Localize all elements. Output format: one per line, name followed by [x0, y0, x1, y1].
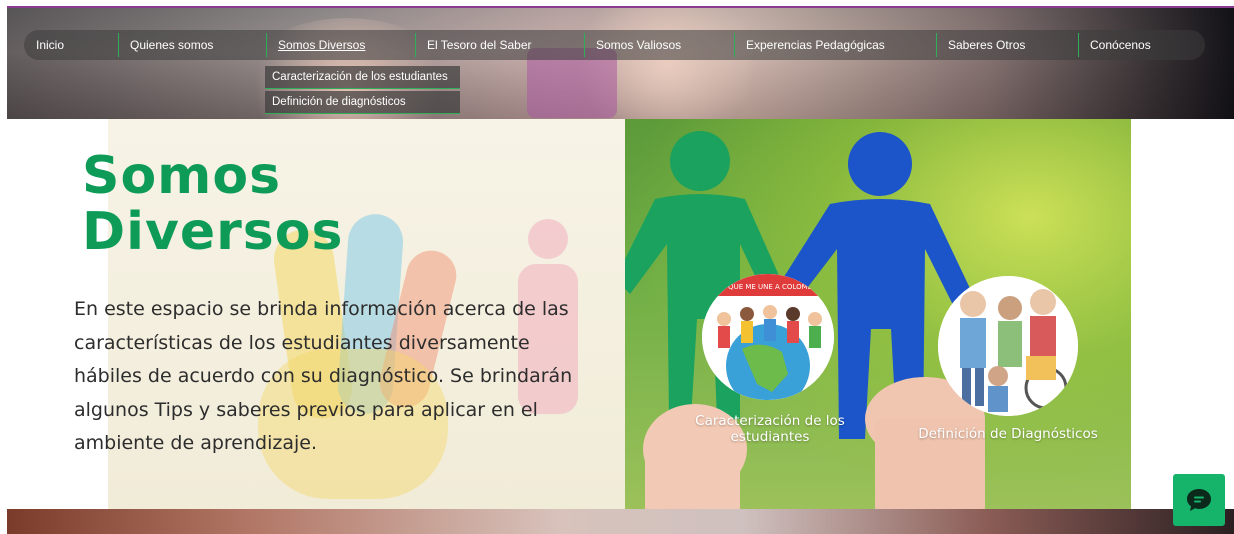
chat-button[interactable] — [1173, 474, 1225, 526]
nav-item-saberes-otros[interactable]: Saberes Otros — [936, 30, 1078, 60]
title-line: Somos — [82, 146, 282, 206]
hero-right-panel: LO QUE ME UNE A COLOMBIA Caracterización… — [625, 119, 1131, 509]
nav-item-label: Somos Diversos — [278, 38, 366, 52]
title-line: Diversos — [82, 202, 344, 262]
nav-item-label: El Tesoro del Saber — [427, 38, 532, 52]
nav-item-label: Saberes Otros — [948, 38, 1026, 52]
card-image-caracterizacion[interactable]: LO QUE ME UNE A COLOMBIA — [702, 274, 834, 400]
nav-item-el-tesoro-del-saber[interactable]: El Tesoro del Saber — [415, 30, 584, 60]
paper-figure-decor — [528, 219, 568, 259]
header-banner — [7, 6, 1234, 119]
nav-item-quienes-somos[interactable]: Quienes somos — [118, 30, 266, 60]
hero-description: En este espacio se brinda información ac… — [74, 298, 573, 454]
page-title: Somos Diversos — [82, 148, 502, 260]
dropdown-item-label: Caracterización de los estudiantes — [272, 71, 448, 83]
nav-item-label: Conócenos — [1090, 38, 1151, 52]
students-world-illustration: LO QUE ME UNE A COLOMBIA — [702, 274, 834, 400]
image-caption: LO QUE ME UNE A COLOMBIA — [717, 283, 820, 291]
nav-item-label: Quienes somos — [130, 38, 214, 52]
diverse-people-illustration — [938, 276, 1078, 416]
nav-item-label: Inicio — [36, 38, 65, 52]
nav-item-label: Somos Valiosos — [596, 38, 682, 52]
nav-item-experiencias-pedagogicas[interactable]: Experencias Pedagógicas — [734, 30, 936, 60]
nav-item-somos-valiosos[interactable]: Somos Valiosos — [584, 30, 734, 60]
dropdown-item-caracterizacion[interactable]: Caracterización de los estudiantes — [265, 66, 460, 89]
footer-banner-edge — [7, 509, 1234, 534]
nav-dropdown-somos-diversos: Caracterización de los estudiantes Defin… — [265, 66, 460, 116]
nav-item-inicio[interactable]: Inicio — [24, 30, 118, 60]
card-label-diagnosticos[interactable]: Definición de Diagnósticos — [903, 426, 1113, 442]
card-label-caracterizacion[interactable]: Caracterización de los estudiantes — [680, 413, 860, 445]
nav-item-somos-diversos[interactable]: Somos Diversos — [266, 30, 415, 60]
nav-item-conocenos[interactable]: Conócenos — [1078, 30, 1205, 60]
chat-bubble-icon — [1187, 489, 1211, 511]
dropdown-item-definicion-diagnosticos[interactable]: Definición de diagnósticos — [265, 91, 460, 114]
nav-item-label: Experencias Pedagógicas — [746, 38, 885, 52]
dropdown-item-label: Definición de diagnósticos — [272, 96, 406, 108]
card-image-diagnosticos[interactable] — [938, 276, 1078, 416]
main-navigation: Inicio Quienes somos Somos Diversos El T… — [24, 30, 1205, 60]
